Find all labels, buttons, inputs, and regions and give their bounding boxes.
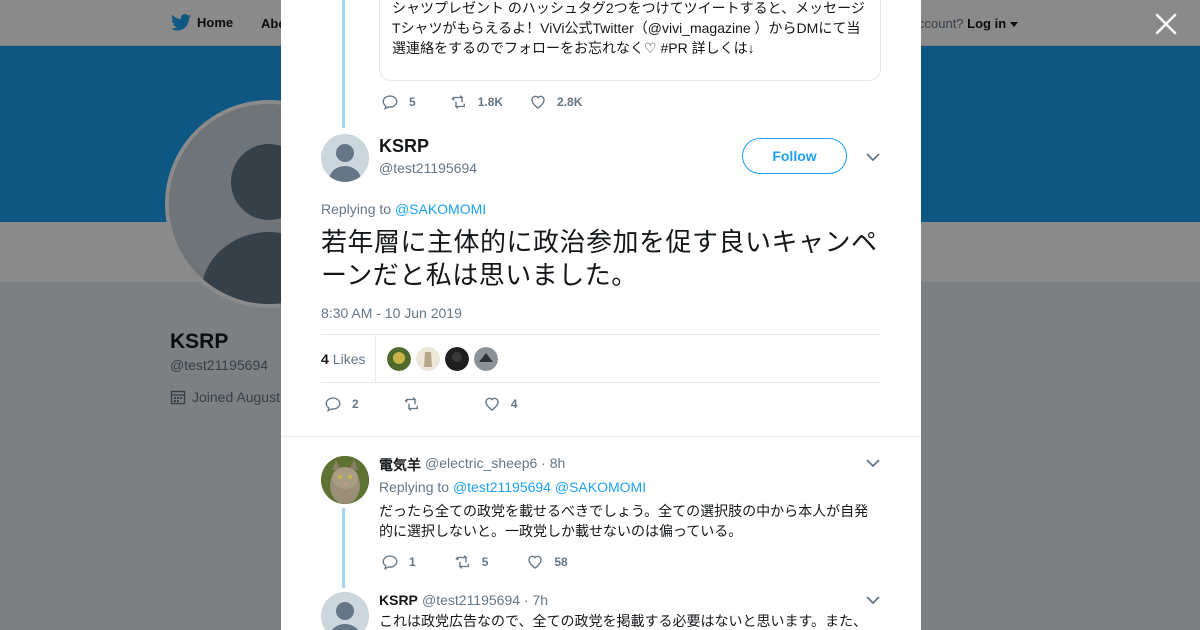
replying-to-link[interactable]: @test21195694 (453, 479, 551, 495)
reply-replying-to: Replying to @test21195694 @SAKOMOMI (379, 479, 646, 495)
reply-count: 2 (352, 397, 359, 411)
thread-connector (342, 0, 345, 128)
like-count: 58 (554, 555, 568, 569)
like-action[interactable]: 58 (526, 553, 568, 571)
main-tweet-timestamp[interactable]: 8:30 AM - 10 Jun 2019 (321, 305, 462, 321)
retweet-icon (455, 555, 469, 569)
divider (281, 436, 921, 437)
replying-label: Replying to (321, 201, 392, 217)
default-avatar-icon (321, 592, 369, 630)
chevron-down-icon[interactable] (866, 458, 880, 468)
replying-to-link[interactable]: @SAKOMOMI (555, 479, 646, 495)
reply-text: だったら全ての政党を載せるべきでしょう。全ての選択肢の中から本人が自発的に選択し… (379, 503, 869, 539)
likes-label: Likes (332, 351, 366, 367)
chevron-down-icon[interactable] (866, 595, 880, 605)
main-tweet-actions: 2 4 (324, 395, 541, 413)
liker-avatar[interactable] (445, 347, 470, 371)
heart-icon (531, 95, 545, 109)
heart-icon (485, 397, 499, 411)
reply-time[interactable]: · 8h (541, 455, 565, 471)
replying-to-link[interactable]: @SAKOMOMI (395, 201, 486, 217)
reply-handle[interactable]: @test21195694 (422, 592, 520, 608)
reply-count: 5 (409, 95, 416, 109)
liker-avatar[interactable] (387, 347, 412, 371)
reply-action[interactable]: 2 (324, 395, 359, 413)
parent-tweet-actions: 5 1.8K 2.8K (381, 93, 606, 111)
reply-meta: @electric_sheep6 · 8h (425, 455, 565, 471)
reply-icon (382, 555, 398, 571)
follow-button[interactable]: Follow (742, 138, 847, 174)
reply-count: 1 (409, 555, 416, 569)
chevron-down-icon[interactable] (866, 152, 880, 162)
like-action[interactable]: 4 (483, 395, 518, 413)
quoted-tweet-text: みんなはどんな世の中にしたい？自分の思いを #自民党2019 #メッセージTシャ… (392, 0, 865, 56)
retweet-count: 5 (481, 555, 489, 569)
retweet-count: 1.8K (477, 95, 504, 109)
reply-action[interactable]: 5 (381, 93, 416, 111)
main-tweet-text: 若年層に主体的に政治参加を促す良いキャンペーンだと私は思いました。 (321, 227, 878, 290)
reply-icon (382, 95, 398, 111)
like-action[interactable]: 2.8K (529, 93, 582, 111)
main-tweet-name[interactable]: KSRP (379, 136, 429, 157)
main-tweet-avatar[interactable] (321, 134, 369, 182)
reply-avatar[interactable] (321, 456, 369, 504)
reply-icon (325, 397, 341, 413)
cat-photo-icon (321, 456, 369, 504)
reply-actions: 1 5 58 (381, 553, 592, 571)
reply-name[interactable]: KSRP (379, 592, 418, 608)
like-count: 2.8K (557, 95, 583, 109)
likes-row: 4 Likes (321, 335, 881, 383)
liker-avatar[interactable] (474, 347, 499, 371)
tweet-modal: みんなはどんな世の中にしたい？自分の思いを #自民党2019 #メッセージTシャ… (281, 0, 921, 630)
retweet-action[interactable]: 1.8K (450, 93, 503, 111)
liker-avatar[interactable] (416, 347, 441, 371)
like-count: 4 (510, 397, 518, 411)
reply-time[interactable]: · 7h (524, 592, 548, 608)
reply-meta: @test21195694 · 7h (422, 592, 548, 608)
reply-action[interactable]: 1 (381, 553, 416, 571)
close-icon[interactable] (1153, 11, 1179, 37)
retweet-action[interactable]: 5 (454, 553, 489, 571)
divider (321, 382, 881, 383)
likes-summary[interactable]: 4 Likes (321, 335, 377, 383)
main-tweet-handle[interactable]: @test21195694 (379, 160, 477, 176)
retweet-icon (451, 95, 465, 109)
quoted-tweet-card[interactable]: みんなはどんな世の中にしたい？自分の思いを #自民党2019 #メッセージTシャ… (379, 0, 881, 81)
reply-text: これは政党広告なので、全ての政党を掲載する必要はないと思います。また、 (379, 613, 868, 629)
replying-label: Replying to (379, 479, 450, 495)
reply-handle[interactable]: @electric_sheep6 (425, 455, 537, 471)
heart-icon (528, 555, 543, 569)
liker-avatars (387, 347, 499, 371)
likes-number: 4 (321, 351, 329, 367)
retweet-icon (404, 397, 418, 411)
reply-name[interactable]: 電気羊 (379, 455, 421, 475)
reply-avatar[interactable] (321, 592, 369, 630)
main-replying-to: Replying to @SAKOMOMI (321, 201, 486, 217)
retweet-action[interactable] (403, 395, 431, 413)
default-avatar-icon (321, 134, 369, 182)
thread-connector (342, 508, 345, 588)
